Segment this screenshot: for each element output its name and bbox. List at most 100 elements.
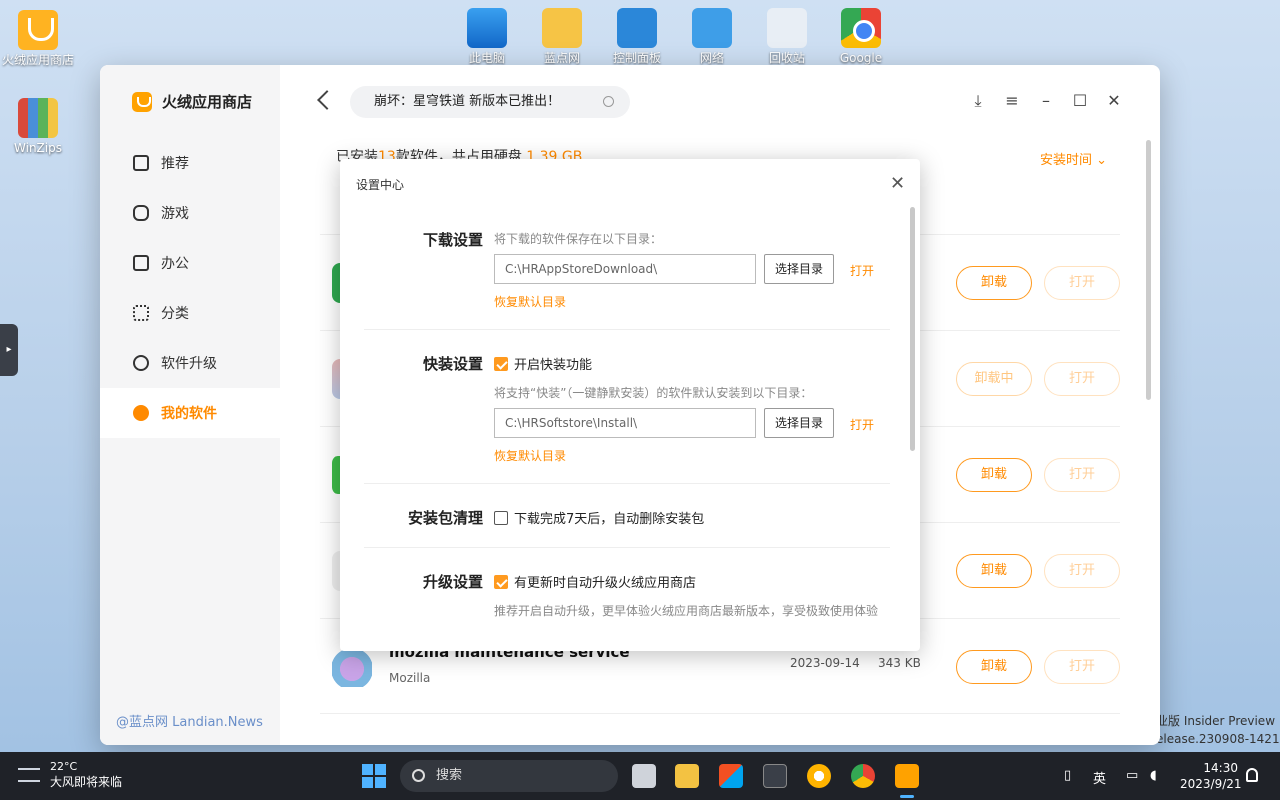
install-path-field[interactable]: C:\HRSoftstore\Install\: [494, 408, 756, 438]
task-view-icon[interactable]: [632, 764, 656, 788]
desktop-icon-folder[interactable]: 蓝点网: [526, 8, 598, 66]
terminal-icon[interactable]: [763, 764, 787, 788]
download-settings-label: 下载设置: [422, 231, 483, 249]
grid-icon: [133, 305, 149, 321]
minimize-icon[interactable]: –: [1038, 93, 1054, 109]
install-date: 2023-09-14: [790, 656, 860, 670]
upgrade-hint: 推荐开启自动升级，更早体验火绒应用商店最新版本，享受极致使用体验: [494, 604, 879, 618]
temperature: 22°C: [50, 760, 78, 773]
quick-install-toggle[interactable]: 开启快装功能: [494, 354, 592, 373]
reset-download-dir-link[interactable]: 恢复默认目录: [494, 293, 566, 310]
desktop-icon-network[interactable]: 网络: [676, 8, 748, 66]
computer-icon: [467, 8, 507, 48]
chrome-icon[interactable]: [851, 764, 875, 788]
browser-icon[interactable]: [807, 764, 831, 788]
ms-store-icon[interactable]: [719, 764, 743, 788]
ime-indicator[interactable]: 英: [1093, 768, 1106, 787]
brand-name: 火绒应用商店: [162, 93, 253, 111]
search-icon[interactable]: [603, 96, 614, 107]
uninstalling-button: 卸载中: [956, 362, 1032, 396]
quick-install-hint: 将支持“快装”（一键静默安装）的软件默认安装到以下目录：: [494, 386, 813, 400]
uninstall-button[interactable]: 卸载: [956, 554, 1032, 588]
desktop-icon-store[interactable]: 火绒应用商店: [2, 10, 74, 68]
brand: 火绒应用商店: [132, 91, 252, 112]
volume-icon[interactable]: ◖: [1150, 768, 1157, 783]
sidebar-item-recommend[interactable]: 推荐: [100, 138, 280, 188]
sidebar-item-office[interactable]: 办公: [100, 238, 280, 288]
dialog-scrollbar[interactable]: [910, 207, 915, 451]
file-explorer-icon[interactable]: [675, 764, 699, 788]
sort-dropdown[interactable]: 安装时间 ⌄: [1040, 149, 1107, 168]
search-placeholder: 崩坏：星穹铁道 新版本已推出！: [374, 94, 561, 109]
start-icon[interactable]: [362, 764, 386, 788]
widgets-handle[interactable]: ▸: [0, 324, 18, 376]
choose-install-dir-button[interactable]: 选择目录: [764, 408, 834, 438]
open-install-dir-link[interactable]: 打开: [850, 416, 874, 433]
store-icon: [18, 10, 58, 50]
store-logo-icon: [132, 91, 152, 112]
uninstall-button[interactable]: 卸载: [956, 650, 1032, 684]
maximize-icon[interactable]: ☐: [1072, 93, 1088, 109]
desktop-icon-label: 火绒应用商店: [2, 53, 75, 67]
desktop-icon-control-panel[interactable]: 控制面板: [601, 8, 673, 66]
checkbox-checked-icon[interactable]: [494, 356, 508, 371]
desktop-icon-label: Google: [839, 51, 883, 65]
uninstall-button[interactable]: 卸载: [956, 266, 1032, 300]
close-icon[interactable]: ✕: [1106, 93, 1122, 109]
store-icon[interactable]: [895, 764, 919, 788]
sidebar-item-label: 分类: [161, 306, 189, 322]
list-scrollbar[interactable]: [1146, 140, 1151, 400]
sidebar-item-categories[interactable]: 分类: [100, 288, 280, 338]
build-line-2: elease.230908-1421: [1156, 732, 1280, 746]
divider: [364, 329, 890, 330]
uninstall-button[interactable]: 卸载: [956, 458, 1032, 492]
site-watermark: @蓝点网 Landian.News: [116, 715, 263, 730]
sidebar-item-my-software[interactable]: 我的软件: [100, 388, 280, 438]
app-size: 343 KB: [878, 656, 921, 670]
auto-delete-toggle[interactable]: 下载完成7天后，自动删除安装包: [494, 508, 704, 527]
reset-install-dir-link[interactable]: 恢复默认目录: [494, 447, 566, 464]
clock-date: 2023/9/21: [1180, 777, 1242, 791]
dialog-close-icon[interactable]: ✕: [890, 173, 905, 194]
taskbar-search[interactable]: 搜索: [400, 760, 618, 792]
auto-upgrade-toggle[interactable]: 有更新时自动升级火绒应用商店: [494, 572, 696, 591]
sidebar-item-games[interactable]: 游戏: [100, 188, 280, 238]
clock-time: 14:30: [1203, 761, 1238, 775]
checkbox-checked-icon[interactable]: [494, 574, 508, 589]
weather-widget[interactable]: 22°C 大风即将来临: [18, 760, 122, 790]
open-button[interactable]: 打开: [1044, 458, 1120, 492]
open-button[interactable]: 打开: [1044, 362, 1120, 396]
open-button[interactable]: 打开: [1044, 650, 1120, 684]
desktop-icon-winzip[interactable]: WinZips: [2, 98, 74, 156]
download-icon[interactable]: ⤓: [970, 93, 986, 109]
download-path-field[interactable]: C:\HRAppStoreDownload\: [494, 254, 756, 284]
open-button[interactable]: 打开: [1044, 266, 1120, 300]
checkbox-unchecked-icon[interactable]: [494, 510, 508, 525]
clock[interactable]: 14:30 2023/9/21: [1180, 760, 1242, 792]
sidebar: 火绒应用商店 推荐 游戏 办公 分类 软件升级 我的软件 @蓝点网 Landia…: [100, 65, 280, 745]
open-download-dir-link[interactable]: 打开: [850, 262, 874, 279]
upgrade-settings-label: 升级设置: [422, 573, 483, 591]
menu-icon[interactable]: ≡: [1004, 93, 1020, 109]
choose-download-dir-button[interactable]: 选择目录: [764, 254, 834, 284]
mozilla-icon: [332, 647, 372, 687]
desktop-icon-computer[interactable]: 此电脑: [451, 8, 523, 66]
open-button[interactable]: 打开: [1044, 554, 1120, 588]
desktop-icon-label: 控制面板: [612, 51, 661, 65]
build-watermark: 业版 Insider Preview elease.230908-1421: [1156, 712, 1280, 748]
usb-icon[interactable]: ▯: [1064, 768, 1071, 783]
desktop-icon-google[interactable]: Google: [825, 8, 897, 66]
my-software-icon: [133, 405, 149, 421]
desktop-icon-recycle-bin[interactable]: 回收站: [751, 8, 823, 66]
app-publisher: Mozilla: [389, 671, 431, 685]
search-box[interactable]: 崩坏：星穹铁道 新版本已推出！: [350, 86, 630, 118]
sidebar-item-label: 软件升级: [161, 356, 217, 372]
notification-bell-icon[interactable]: [1246, 768, 1258, 782]
divider: [364, 483, 890, 484]
network-icon[interactable]: ▭: [1126, 768, 1138, 783]
back-arrow-icon[interactable]: [317, 90, 337, 110]
sidebar-item-upgrade[interactable]: 软件升级: [100, 338, 280, 388]
desktop-icon-label: 回收站: [768, 51, 805, 65]
build-line-1: 业版 Insider Preview: [1156, 714, 1276, 728]
network-icon: [692, 8, 732, 48]
